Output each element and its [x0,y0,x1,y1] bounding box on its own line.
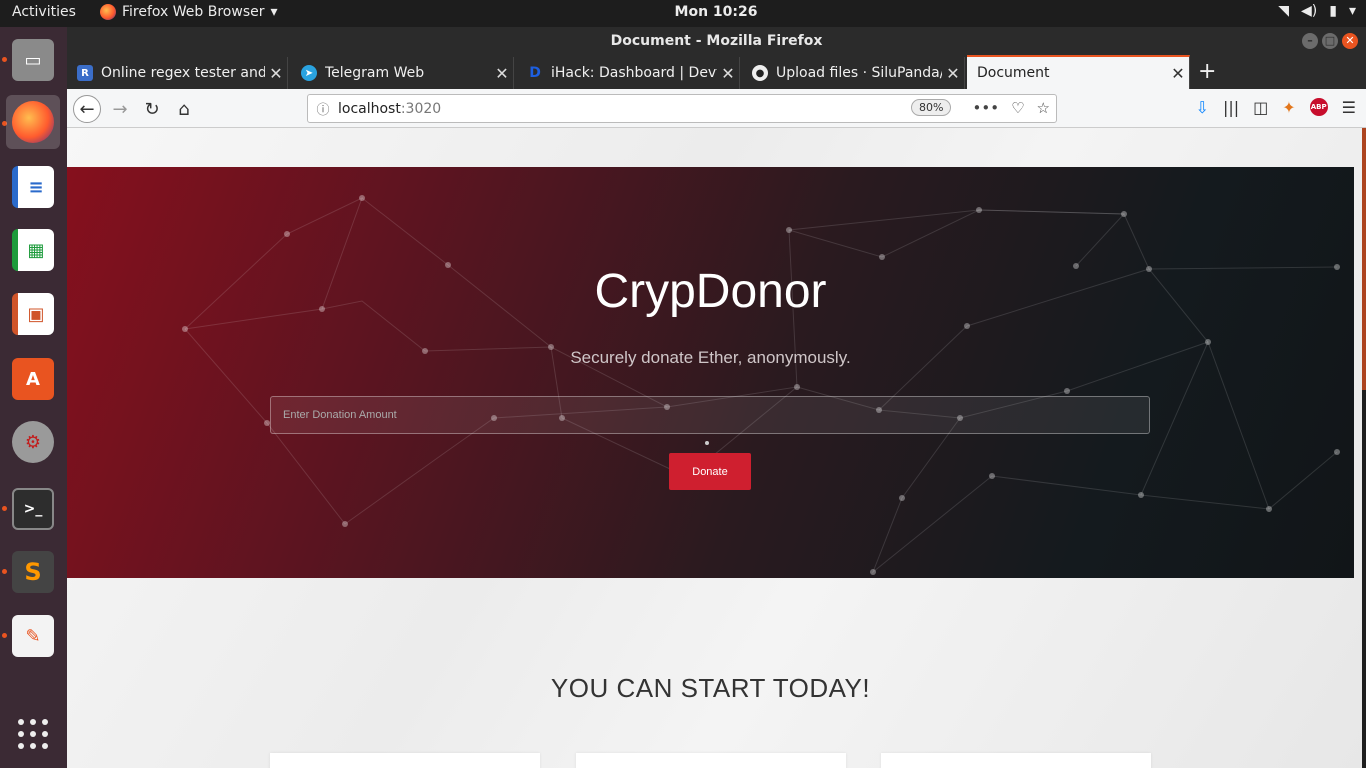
tab-github[interactable]: ● Upload files · SiluPanda/ ✕ [742,57,965,89]
dock-terminal[interactable]: >_ [6,482,60,536]
dock-software[interactable]: A [6,352,60,406]
navigation-toolbar: ← → ↻ ⌂ ⓘ localhost:3020 80% ••• ♡ ☆ ⇩ |… [67,89,1366,128]
donation-amount-input[interactable] [270,396,1150,434]
dock-settings[interactable]: ⚙ [6,415,60,469]
zoom-indicator[interactable]: 80% [911,99,952,116]
tab-regex[interactable]: R Online regex tester and d ✕ [67,57,288,89]
window-titlebar: Document - Mozilla Firefox – □ ✕ [67,27,1366,55]
feature-card [270,753,540,768]
tab-favicon-icon: R [77,65,93,81]
back-button[interactable]: ← [73,95,101,123]
adblock-icon[interactable]: ABP [1309,98,1328,116]
tab-strip: R Online regex tester and d ✕ ➤ Telegram… [67,55,1366,89]
chevron-down-icon[interactable]: ▾ [1349,3,1356,19]
tab-title: iHack: Dashboard | Devfo [551,65,717,81]
tab-favicon-icon: D [529,65,541,81]
sidebar-icon[interactable]: ◫ [1253,98,1268,117]
close-tab-icon[interactable]: ✕ [942,64,964,83]
forward-button[interactable]: → [106,95,134,123]
url-bar[interactable]: ⓘ localhost:3020 80% ••• ♡ ☆ [307,94,1057,123]
section-title: YOU CAN START TODAY! [550,673,871,703]
dock-impress[interactable]: ▣ [6,287,60,341]
clock[interactable]: Mon 10:26 [0,4,1366,20]
pocket-icon[interactable]: ♡ [1011,99,1024,117]
info-icon[interactable]: ⓘ [308,99,338,118]
close-tab-icon[interactable]: ✕ [717,64,739,83]
hero-section: CrypDonor Securely donate Ether, anonymo… [67,167,1354,578]
donate-button[interactable]: Donate [669,453,751,490]
dock-show-apps[interactable] [6,707,60,761]
window-title: Document - Mozilla Firefox [610,33,823,49]
battery-icon[interactable]: ▮ [1329,3,1337,19]
text-editor-icon: ✎ [12,615,54,657]
hero-title: CrypDonor [594,265,827,318]
dock-firefox[interactable] [6,95,60,149]
close-window-button[interactable]: ✕ [1342,33,1358,49]
wifi-icon[interactable]: ◥ [1278,3,1289,19]
page-actions-icon[interactable]: ••• [973,99,1000,117]
sublime-icon: S [12,551,54,593]
dock-writer[interactable]: ≡ [6,160,60,214]
software-icon: A [12,358,54,400]
tab-title: Upload files · SiluPanda/ [776,65,942,81]
hero-subtitle: Securely donate Ether, anonymously. [570,348,851,367]
url-host: localhost [338,100,401,117]
feature-card [576,753,846,768]
home-button[interactable]: ⌂ [170,95,198,123]
tab-title: Document [977,65,1050,81]
tab-title: Online regex tester and d [101,65,265,81]
network-background [182,195,1340,575]
writer-icon: ≡ [12,166,54,208]
dock: ▭ ≡ ▦ ▣ A ⚙ >_ S ✎ [0,27,67,768]
dock-calc[interactable]: ▦ [6,223,60,277]
volume-icon[interactable]: ◀) [1301,3,1317,19]
download-icon[interactable]: ⇩ [1196,98,1209,117]
menu-icon[interactable]: ☰ [1342,98,1356,117]
maximize-button[interactable]: □ [1322,33,1338,49]
metamask-icon[interactable]: ✦ [1282,98,1295,117]
tab-telegram[interactable]: ➤ Telegram Web ✕ [291,57,514,89]
library-icon[interactable]: ||| [1223,98,1239,117]
apps-grid-icon [18,719,48,749]
tab-document[interactable]: Document ✕ [967,55,1190,89]
new-tab-button[interactable]: + [1198,59,1216,84]
impress-icon: ▣ [12,293,54,335]
dock-files[interactable]: ▭ [6,33,60,87]
tab-favicon-icon: ➤ [301,65,317,81]
page-content: CrypDonor Securely donate Ether, anonymo… [67,128,1362,768]
close-tab-icon[interactable]: ✕ [265,64,287,83]
url-port: :3020 [400,100,442,117]
reload-button[interactable]: ↻ [138,95,166,123]
tab-title: Telegram Web [325,65,425,81]
loading-dot [705,441,709,445]
terminal-icon: >_ [12,488,54,530]
system-top-bar: Activities Firefox Web Browser ▾ Mon 10:… [0,0,1366,27]
github-icon: ● [752,65,768,81]
bookmark-star-icon[interactable]: ☆ [1037,99,1050,117]
gear-icon: ⚙ [12,421,54,463]
system-tray[interactable]: ◥ ◀) ▮ ▾ [1278,3,1356,19]
files-icon: ▭ [12,39,54,81]
dock-sublime[interactable]: S [6,545,60,599]
firefox-icon [12,101,54,143]
page-scrollbar[interactable] [1362,128,1366,390]
minimize-button[interactable]: – [1302,33,1318,49]
tab-ihack[interactable]: D iHack: Dashboard | Devfo ✕ [517,57,740,89]
feature-card [881,753,1151,768]
close-tab-icon[interactable]: ✕ [491,64,513,83]
close-tab-icon[interactable]: ✕ [1167,64,1189,83]
toolbar-buttons: ⇩ ||| ◫ ✦ ABP ☰ [1196,98,1356,117]
dock-text-editor[interactable]: ✎ [6,609,60,663]
calc-icon: ▦ [12,229,54,271]
